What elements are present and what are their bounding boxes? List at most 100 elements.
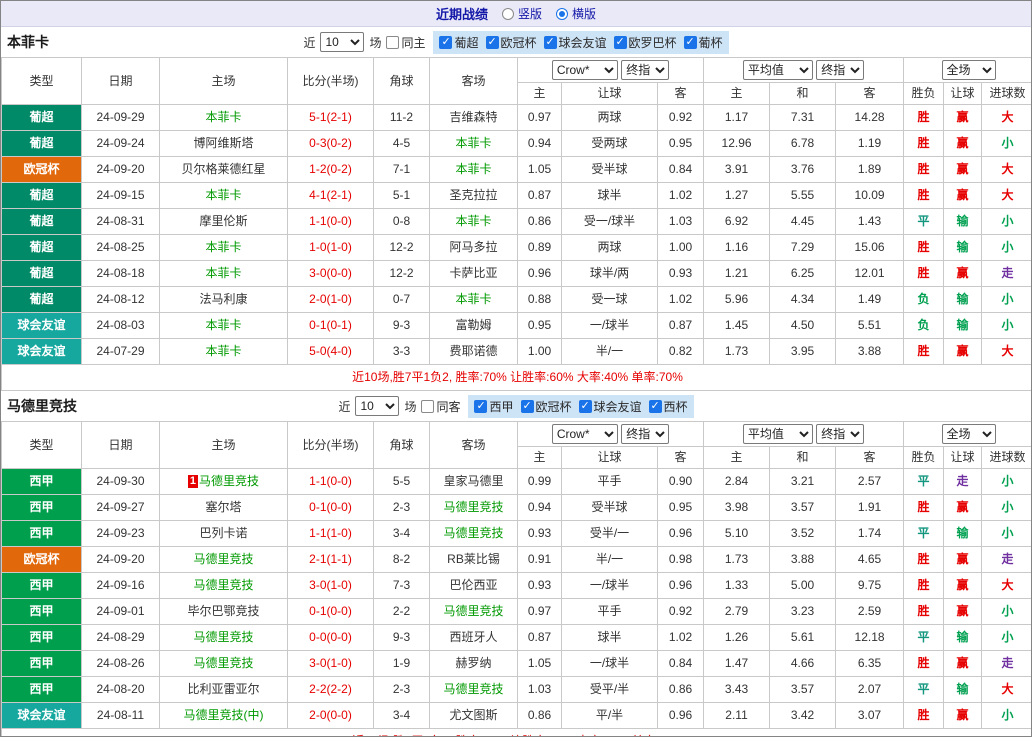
handicap-result-mark: 赢 [943, 572, 983, 599]
home-odds: 0.97 [517, 104, 562, 131]
column-header: 类型 [1, 421, 82, 469]
away-odds: 1.02 [656, 624, 705, 651]
same-venue-checkbox[interactable]: 同主 [386, 34, 425, 51]
handicap-result-mark: 输 [943, 234, 983, 261]
match-row: 西甲 24-09-16 马德里竞技 3-0(1-0) 7-3 巴伦西亚 0.93 一/球半 0.… [1, 572, 1031, 599]
average-draw-odds: 5.55 [769, 182, 837, 209]
league-checkbox[interactable]: 球会友谊 [543, 34, 607, 51]
corner-score: 8-2 [373, 546, 430, 573]
layout-radio-horizontal[interactable]: 横版 [556, 5, 596, 22]
match-date: 24-09-20 [81, 546, 160, 573]
goals-result-mark: 走 [981, 650, 1031, 677]
league-checkbox[interactable]: 欧罗巴杯 [613, 34, 677, 51]
odds-time-select[interactable]: 终指 [621, 424, 670, 444]
league-checkbox[interactable]: 欧冠杯 [520, 398, 572, 415]
handicap-line: 球半 [561, 182, 658, 209]
away-team: 皇家马德里 [429, 468, 518, 495]
average-home-odds: 1.27 [703, 182, 771, 209]
match-count-select[interactable]: 10 [320, 32, 365, 52]
away-odds: 0.95 [656, 494, 705, 521]
checkbox-label: 欧罗巴杯 [628, 35, 677, 50]
average-draw-odds: 3.95 [769, 338, 837, 365]
home-team: 马德里竞技 [159, 572, 288, 599]
corner-score: 2-2 [373, 598, 430, 625]
away-team: 马德里竞技 [429, 494, 518, 521]
league-checkbox[interactable]: 球会友谊 [578, 398, 642, 415]
average-time-select[interactable]: 终指 [816, 60, 865, 80]
average-home-odds: 1.16 [703, 234, 771, 261]
handicap-line: 球半/两 [561, 260, 658, 287]
average-home-odds: 2.84 [703, 468, 771, 495]
goals-result-mark: 小 [981, 520, 1031, 547]
goals-result-mark: 小 [981, 130, 1031, 157]
column-header: 日期 [81, 57, 160, 105]
league-checkbox[interactable]: 西杯 [648, 398, 688, 415]
match-row: 西甲 24-08-26 马德里竞技 3-0(1-0) 1-9 赫罗纳 1.05 一/球半 0.8… [1, 650, 1031, 677]
column-header: 主场 [159, 421, 288, 469]
league-badge: 西甲 [1, 624, 82, 651]
layout-radio-vertical[interactable]: 竖版 [501, 5, 542, 22]
home-odds: 0.94 [517, 494, 562, 521]
corner-score: 2-3 [373, 676, 430, 703]
league-badge: 葡超 [1, 130, 82, 157]
home-team: 本菲卡 [159, 234, 288, 261]
handicap-result-mark: 输 [943, 286, 983, 313]
league-checkbox[interactable]: 欧冠杯 [485, 34, 537, 51]
away-team: RB莱比锡 [429, 546, 518, 573]
sub-column-header: 让球 [943, 82, 983, 105]
same-venue-checkbox[interactable]: 同客 [421, 398, 460, 415]
handicap-result-mark: 赢 [943, 130, 983, 157]
home-odds: 0.95 [517, 312, 562, 339]
league-checkbox[interactable]: 葡杯 [683, 34, 723, 51]
match-count-select[interactable]: 10 [355, 396, 400, 416]
match-date: 24-09-24 [81, 130, 160, 157]
score: 1-1(1-0) [287, 520, 374, 547]
corner-score: 9-3 [373, 312, 430, 339]
average-away-odds: 1.89 [835, 156, 905, 183]
sub-column-header: 胜负 [903, 446, 945, 469]
fulltime-select[interactable]: 全场 [941, 60, 996, 80]
checkbox-icon [439, 35, 453, 49]
checkbox-icon [543, 35, 557, 49]
goals-result-mark: 小 [981, 624, 1031, 651]
away-odds: 0.96 [656, 520, 705, 547]
handicap-line: 受两球 [561, 130, 658, 157]
away-team: 赫罗纳 [429, 650, 518, 677]
average-away-odds: 12.18 [835, 624, 905, 651]
goals-result-mark: 大 [981, 156, 1031, 183]
average-away-odds: 4.65 [835, 546, 905, 573]
away-team: 马德里竞技 [429, 676, 518, 703]
average-away-odds: 2.07 [835, 676, 905, 703]
average-time-select[interactable]: 终指 [816, 424, 865, 444]
score: 3-0(1-0) [287, 650, 374, 677]
radio-button-icon [501, 7, 514, 20]
near-label: 近 [338, 399, 351, 414]
average-home-odds: 1.73 [703, 338, 771, 365]
average-away-odds: 1.43 [835, 208, 905, 235]
score: 2-0(0-0) [287, 702, 374, 729]
average-away-odds: 10.09 [835, 182, 905, 209]
odds-company-select[interactable]: Crow* [551, 424, 618, 444]
home-team: 本菲卡 [159, 182, 288, 209]
odds-time-select[interactable]: 终指 [621, 60, 670, 80]
average-select[interactable]: 平均值 [742, 60, 813, 80]
score: 0-1(0-0) [287, 598, 374, 625]
odds-company-select[interactable]: Crow* [551, 60, 618, 80]
handicap-line: 平手 [561, 598, 658, 625]
average-away-odds: 1.49 [835, 286, 905, 313]
average-draw-odds: 7.29 [769, 234, 837, 261]
goals-result-mark: 大 [981, 572, 1031, 599]
away-odds: 0.90 [656, 468, 705, 495]
average-away-odds: 2.59 [835, 598, 905, 625]
match-date: 24-09-15 [81, 182, 160, 209]
average-select[interactable]: 平均值 [742, 424, 813, 444]
handicap-line: 两球 [561, 104, 658, 131]
fulltime-select[interactable]: 全场 [941, 424, 996, 444]
radio-button-icon [556, 7, 568, 20]
result-mark: 平 [903, 624, 945, 651]
match-row: 葡超 24-09-29 本菲卡 5-1(2-1) 11-2 吉维森特 0.97 两球 0.92 1… [1, 104, 1031, 131]
league-checkbox[interactable]: 葡超 [439, 34, 479, 51]
league-checkbox[interactable]: 西甲 [474, 398, 514, 415]
score: 4-1(2-1) [287, 182, 374, 209]
average-away-odds: 12.01 [835, 260, 905, 287]
